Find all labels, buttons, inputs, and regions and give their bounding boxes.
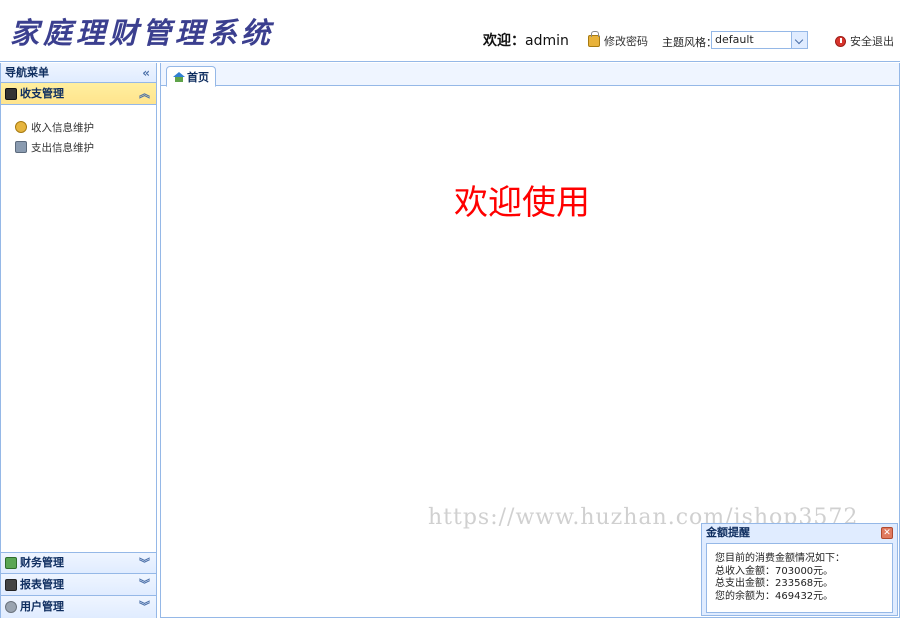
- popup-title: 金额提醒: [706, 526, 750, 539]
- chevron-down-icon[interactable]: ︾: [139, 553, 150, 575]
- header: 家庭理财管理系统 欢迎：admin 修改密码 主题风格： default 安全退…: [0, 0, 900, 62]
- accordion-label: 收支管理: [20, 86, 64, 100]
- chevron-down-icon[interactable]: [791, 32, 807, 48]
- finance-icon: [5, 557, 17, 569]
- accordion-label: 财务管理: [20, 556, 64, 569]
- chevron-down-icon[interactable]: ︾: [139, 596, 150, 618]
- popup-line: 您目前的消费金额情况如下：: [715, 553, 845, 564]
- ledger-icon: [5, 87, 17, 100]
- home-icon: [173, 71, 185, 82]
- welcome-user: 欢迎：admin: [483, 30, 569, 50]
- username: admin: [525, 33, 569, 49]
- accordion-user[interactable]: 用户管理 ︾: [1, 596, 156, 618]
- menu-item-label: 支出信息维护: [31, 141, 94, 154]
- popup-body: 您目前的消费金额情况如下： 总收入金额：703000元。 总支出金额：23356…: [706, 543, 893, 613]
- popup-line: 总收入金额：703000元。: [715, 565, 834, 577]
- accordion-finance-header[interactable]: 财务管理 ︾: [1, 552, 156, 574]
- change-password-label: 修改密码: [604, 35, 648, 48]
- change-password-link[interactable]: 修改密码: [588, 31, 648, 49]
- expense-icon: [15, 141, 27, 153]
- accordion-report[interactable]: 报表管理 ︾: [1, 574, 156, 596]
- menu-item-expense[interactable]: 支出信息维护: [1, 137, 156, 157]
- accordion-label: 用户管理: [20, 600, 64, 613]
- lock-icon: [588, 31, 600, 47]
- sidebar: 导航菜单 « 收支管理 ︽ 收入信息维护 支出信息维护 财务管理 ︾ 报表管理 …: [0, 63, 157, 618]
- coins-icon: [15, 121, 27, 133]
- menu-item-label: 收入信息维护: [31, 121, 94, 134]
- close-icon[interactable]: ✕: [881, 527, 893, 539]
- accordion-report-header[interactable]: 报表管理 ︾: [1, 574, 156, 596]
- menu-item-income[interactable]: 收入信息维护: [1, 117, 156, 137]
- popup-line: 总支出金额：233568元。: [715, 578, 834, 589]
- theme-value: default: [715, 33, 754, 46]
- welcome-label: 欢迎：: [483, 33, 525, 49]
- tab-label: 首页: [187, 70, 209, 84]
- theme-select[interactable]: default: [711, 31, 808, 49]
- popup-header: 金额提醒 ✕: [702, 524, 897, 542]
- sidebar-title: 导航菜单 «: [1, 63, 156, 83]
- power-icon: [835, 35, 846, 47]
- tab-home[interactable]: 首页: [166, 66, 216, 87]
- theme-label: 主题风格：: [662, 36, 717, 49]
- app-logo: 家庭理财管理系统: [10, 16, 275, 50]
- logout-link[interactable]: 安全退出: [835, 33, 894, 49]
- accordion-finance[interactable]: 财务管理 ︾: [1, 552, 156, 574]
- collapse-left-icon[interactable]: «: [142, 63, 150, 83]
- amount-reminder-popup: 金额提醒 ✕ 您目前的消费金额情况如下： 总收入金额：703000元。 总支出金…: [701, 523, 898, 616]
- accordion-body: 收入信息维护 支出信息维护: [1, 105, 156, 550]
- accordion-income-expense[interactable]: 收支管理 ︽: [1, 83, 156, 105]
- user-gear-icon: [5, 601, 17, 613]
- chevron-up-icon[interactable]: ︽: [139, 83, 150, 105]
- accordion-user-header[interactable]: 用户管理 ︾: [1, 596, 156, 618]
- report-icon: [5, 578, 17, 591]
- logout-label: 安全退出: [850, 35, 894, 48]
- accordion-label: 报表管理: [20, 577, 64, 591]
- sidebar-title-label: 导航菜单: [5, 66, 49, 79]
- popup-line: 您的余额为：469432元。: [715, 590, 834, 602]
- chevron-down-icon[interactable]: ︾: [139, 574, 150, 596]
- welcome-message: 欢迎使用: [454, 183, 590, 223]
- tab-strip: 首页: [161, 63, 899, 87]
